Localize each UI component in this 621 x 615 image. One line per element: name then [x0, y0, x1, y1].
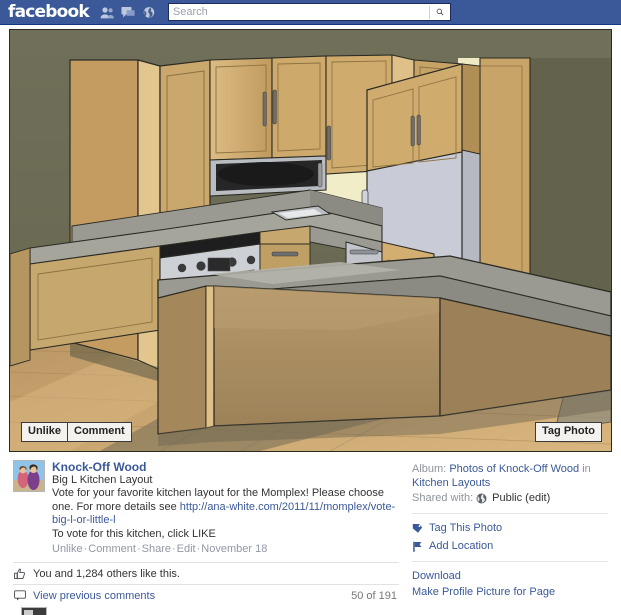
messages-icon[interactable]: [121, 6, 135, 19]
tag-icon: [412, 523, 425, 534]
download-row: Download: [412, 568, 612, 584]
thumbs-up-icon: [14, 568, 28, 580]
photo-sidebar: Album: Photos of Knock-Off Wood in Kitch…: [412, 462, 612, 600]
tag-photo-button[interactable]: Tag Photo: [535, 422, 602, 442]
post-comment-link[interactable]: Comment: [88, 543, 136, 555]
view-previous-comments-row[interactable]: View previous comments 50 of 191: [13, 584, 399, 615]
post-author-link[interactable]: Knock-Off Wood: [52, 460, 399, 474]
likes-strip: You and 1,284 others like this.: [13, 562, 399, 584]
chrome-icon-group: [100, 6, 156, 19]
globe-icon: [476, 493, 487, 504]
comment-bubble-icon: [14, 590, 28, 601]
album-row: Album: Photos of Knock-Off Wood in Kitch…: [412, 462, 612, 490]
shared-with-value[interactable]: Public (edit): [492, 491, 550, 506]
album-label: Album:: [412, 463, 447, 475]
search-input[interactable]: [168, 4, 429, 20]
avatar[interactable]: [13, 460, 45, 492]
album-in-word: in: [582, 463, 591, 475]
photo-unlike-button[interactable]: Unlike: [21, 422, 68, 442]
make-profile-picture-row: Make Profile Picture for Page: [412, 584, 612, 600]
shared-with-row: Shared with: Public (edit): [412, 491, 612, 506]
photo-comment-button[interactable]: Comment: [67, 422, 132, 442]
post-body: Knock-Off Wood Big L Kitchen Layout Vote…: [52, 460, 399, 557]
photo-details-area: Knock-Off Wood Big L Kitchen Layout Vote…: [0, 455, 621, 615]
tag-this-photo-link[interactable]: Tag This Photo: [429, 520, 502, 536]
sidebar-divider-2: [412, 561, 608, 562]
add-location-action[interactable]: Add Location: [412, 538, 612, 554]
post-date: November 18: [201, 543, 268, 555]
post-header: Knock-Off Wood Big L Kitchen Layout Vote…: [13, 460, 399, 557]
location-pin-icon: [412, 541, 425, 552]
facebook-top-bar: facebook: [0, 0, 621, 25]
tag-this-photo-action[interactable]: Tag This Photo: [412, 520, 612, 536]
download-link[interactable]: Download: [412, 570, 461, 582]
post-column: Knock-Off Wood Big L Kitchen Layout Vote…: [13, 460, 399, 615]
search-button[interactable]: [430, 4, 450, 20]
photo-viewer[interactable]: Unlike Comment Tag Photo: [9, 29, 612, 452]
album-category-link[interactable]: Kitchen Layouts: [412, 477, 490, 489]
post-share-link[interactable]: Share: [142, 543, 171, 555]
post-action-row: Unlike·Comment·Share·Edit·November 18: [52, 542, 399, 557]
facebook-logo[interactable]: facebook: [8, 3, 90, 21]
view-previous-comments-link[interactable]: View previous comments: [33, 590, 155, 602]
search-box[interactable]: [167, 3, 451, 21]
caption-line-2: To vote for this kitchen, click LIKE: [52, 527, 216, 540]
next-comment-avatar[interactable]: [21, 607, 47, 615]
photo-caption-title: Big L Kitchen Layout: [52, 474, 153, 486]
search-magnifier-icon: [436, 8, 444, 16]
friend-requests-icon[interactable]: [100, 6, 114, 19]
notifications-globe-icon[interactable]: [142, 6, 156, 19]
post-edit-link[interactable]: Edit: [177, 543, 196, 555]
kitchen-layout-photo: [10, 30, 611, 451]
comments-count: 50 of 191: [351, 589, 397, 602]
album-name-link[interactable]: Photos of Knock-Off Wood: [449, 463, 579, 475]
add-location-link[interactable]: Add Location: [429, 538, 493, 554]
sidebar-divider-1: [412, 513, 608, 514]
shared-with-label: Shared with:: [412, 492, 474, 504]
make-profile-picture-link[interactable]: Make Profile Picture for Page: [412, 586, 555, 598]
post-unlike-link[interactable]: Unlike: [52, 543, 83, 555]
photo-caption-body: Vote for your favorite kitchen layout fo…: [52, 487, 399, 541]
likes-text: You and 1,284 others like this.: [33, 567, 180, 580]
